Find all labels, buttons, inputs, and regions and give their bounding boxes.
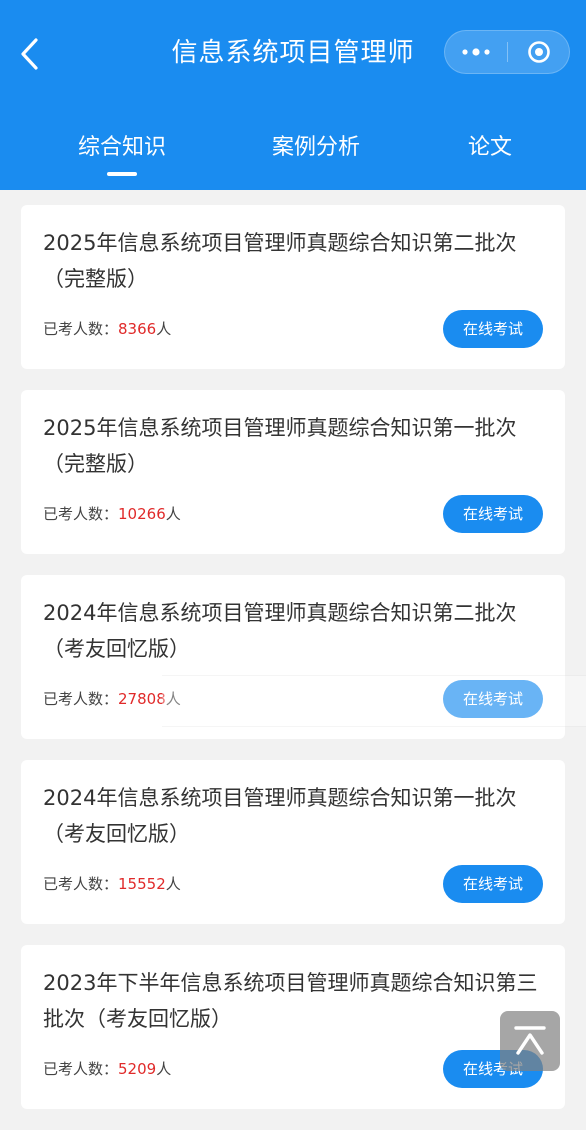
exam-title: 2023年下半年信息系统项目管理师真题综合知识第三批次（考友回忆版） [43,971,538,1031]
exam-title: 2025年信息系统项目管理师真题综合知识第一批次（完整版） [43,416,517,476]
mini-program-capsule [444,30,570,74]
back-to-top-icon [514,1026,546,1055]
count-unit: 人 [165,875,181,893]
tab-case-analysis[interactable]: 案例分析 [236,118,396,178]
exam-card[interactable]: 2024年信息系统项目管理师真题综合知识第一批次（考友回忆版） 已考人数：155… [21,760,565,924]
exam-taker-count: 已考人数：27808人 [43,688,181,710]
exam-list: 2025年信息系统项目管理师真题综合知识第二批次（完整版） 已考人数：8366人… [21,205,565,1130]
tab-essay[interactable]: 论文 [410,118,570,178]
active-tab-indicator [107,172,137,176]
exam-taker-count: 已考人数：15552人 [43,873,181,895]
count-value: 10266 [118,505,166,523]
record-circle-icon [527,41,550,63]
count-value: 15552 [118,875,166,893]
count-value: 27808 [118,690,166,708]
close-mini-program-button[interactable] [508,30,569,74]
count-value: 5209 [118,1060,157,1078]
back-to-top-button[interactable] [500,1011,560,1071]
exam-card[interactable]: 2023年下半年信息系统项目管理师真题综合知识第三批次（考友回忆版） 已考人数：… [21,945,565,1109]
online-exam-button[interactable]: 在线考试 [443,495,543,533]
exam-card[interactable]: 2025年信息系统项目管理师真题综合知识第一批次（完整版） 已考人数：10266… [21,390,565,554]
navigation-bar: 信息系统项目管理师 [0,0,586,104]
count-unit: 人 [156,1060,172,1078]
count-value: 8366 [118,320,157,338]
count-label: 已考人数： [43,320,119,338]
count-unit: 人 [165,505,181,523]
online-exam-button[interactable]: 在线考试 [443,310,543,348]
exam-taker-count: 已考人数：8366人 [43,318,171,340]
exam-taker-count: 已考人数：10266人 [43,503,181,525]
exam-card[interactable]: 2025年信息系统项目管理师真题综合知识第二批次（完整版） 已考人数：8366人… [21,205,565,369]
count-label: 已考人数： [43,875,119,893]
exam-title: 2025年信息系统项目管理师真题综合知识第二批次（完整版） [43,231,517,291]
exam-title: 2024年信息系统项目管理师真题综合知识第一批次（考友回忆版） [43,786,517,846]
exam-title: 2024年信息系统项目管理师真题综合知识第二批次（考友回忆版） [43,601,517,661]
tab-comprehensive-knowledge[interactable]: 综合知识 [42,118,202,178]
online-exam-button[interactable]: 在线考试 [443,865,543,903]
app-header: 信息系统项目管理师 综合知识 案例分析 论文 [0,0,586,190]
exam-taker-count: 已考人数：5209人 [43,1058,171,1080]
overlay-strip [162,675,586,727]
count-label: 已考人数： [43,1060,119,1078]
count-label: 已考人数： [43,690,119,708]
category-tabs: 综合知识 案例分析 论文 [0,118,586,188]
more-dots-icon [462,48,490,56]
count-label: 已考人数： [43,505,119,523]
count-unit: 人 [156,320,172,338]
more-button[interactable] [445,30,507,74]
